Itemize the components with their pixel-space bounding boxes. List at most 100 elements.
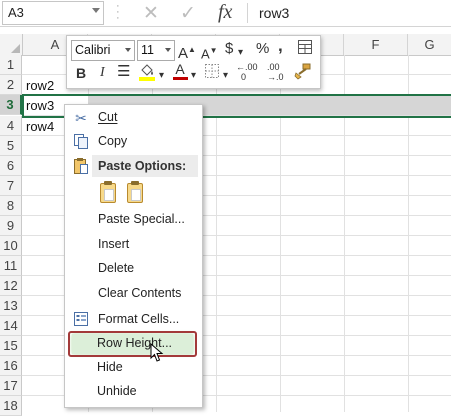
row-header-18[interactable]: 18 bbox=[0, 396, 22, 416]
insert-function-icon[interactable]: fx bbox=[218, 1, 232, 24]
scissors-icon: ✂ bbox=[75, 110, 87, 126]
format-painter-button[interactable] bbox=[294, 62, 312, 84]
menu-item-hide[interactable]: Hide bbox=[64, 357, 201, 379]
grow-font-button[interactable]: A▲ bbox=[178, 41, 196, 63]
font-color-icon: A bbox=[175, 61, 185, 77]
shrink-font-icon: A bbox=[201, 46, 210, 62]
comma-style-button[interactable]: , bbox=[278, 37, 283, 55]
format-table-icon[interactable] bbox=[297, 39, 313, 59]
menu-item-label: Delete bbox=[98, 261, 135, 275]
menu-item-label: Hide bbox=[97, 360, 123, 374]
row-header-1[interactable]: 1 bbox=[0, 55, 22, 75]
font-size-select[interactable]: 11 bbox=[137, 40, 175, 61]
paste-options-header: Paste Options: bbox=[92, 155, 198, 177]
align-center-icon[interactable]: ☰ bbox=[117, 63, 130, 81]
shrink-font-button[interactable]: A▼ bbox=[201, 42, 218, 63]
font-size-value: 11 bbox=[141, 43, 154, 57]
chevron-down-icon[interactable] bbox=[92, 8, 100, 13]
paste-values-icon[interactable] bbox=[127, 181, 143, 203]
row-header-15[interactable]: 15 bbox=[0, 336, 22, 356]
drag-handle-icon[interactable]: · · · bbox=[116, 1, 120, 24]
format-cells-icon bbox=[72, 311, 90, 329]
menu-item-label: Unhide bbox=[97, 384, 137, 398]
menu-item-cut[interactable]: ✂ Cut bbox=[65, 107, 202, 129]
annotation-highlight-box bbox=[68, 331, 197, 357]
row-header-7[interactable]: 7 bbox=[0, 176, 22, 196]
increase-decimal-icon: ←.00 bbox=[236, 62, 258, 72]
borders-icon bbox=[205, 64, 219, 78]
cancel-icon[interactable]: ✕ bbox=[143, 2, 159, 25]
row-header-3[interactable]: 3 bbox=[0, 95, 22, 115]
increase-decimal-label: .00 bbox=[245, 62, 258, 72]
decrease-decimal-button[interactable]: .00 →.0 bbox=[267, 62, 284, 82]
mini-toolbar: Calibri 11 A▲ A▼ $ ▾ % , B I ☰ ▾ A ▾ ▾ ←… bbox=[66, 35, 321, 89]
font-color-button[interactable]: A bbox=[173, 62, 188, 80]
row-header-5[interactable]: 5 bbox=[0, 136, 22, 156]
select-all-button[interactable] bbox=[0, 34, 23, 55]
row-header-11[interactable]: 11 bbox=[0, 256, 22, 276]
row-header-17[interactable]: 17 bbox=[0, 376, 22, 396]
cell-a4[interactable]: row4 bbox=[26, 119, 54, 134]
fill-color-button[interactable] bbox=[138, 62, 156, 86]
menu-item-copy[interactable]: Copy bbox=[65, 131, 202, 153]
chevron-down-icon[interactable]: ▾ bbox=[159, 67, 164, 85]
chevron-down-icon[interactable]: ▾ bbox=[238, 44, 243, 62]
row-header-8[interactable]: 8 bbox=[0, 196, 22, 216]
chevron-down-icon[interactable]: ▾ bbox=[223, 67, 228, 85]
font-name-select[interactable]: Calibri bbox=[71, 40, 135, 61]
name-box-value: A3 bbox=[8, 5, 24, 20]
menu-item-format-cells[interactable]: Format Cells... bbox=[65, 309, 202, 331]
paste-options-label: Paste Options: bbox=[98, 159, 187, 173]
row-header-10[interactable]: 10 bbox=[0, 236, 22, 256]
decrease-decimal-icon: .00 bbox=[267, 62, 280, 72]
copy-svg bbox=[74, 134, 88, 149]
menu-item-label: Copy bbox=[98, 134, 128, 148]
menu-item-unhide[interactable]: Unhide bbox=[64, 381, 201, 403]
row-header-4[interactable]: 4 bbox=[0, 116, 22, 136]
borders-button[interactable] bbox=[205, 64, 219, 82]
paste-default-icon[interactable] bbox=[100, 181, 116, 203]
fill-color-icon bbox=[139, 64, 155, 81]
paste-icon bbox=[72, 157, 90, 175]
menu-item-delete[interactable]: Delete bbox=[65, 258, 202, 280]
name-box[interactable]: A3 bbox=[2, 1, 104, 25]
percent-button[interactable]: % bbox=[256, 40, 269, 58]
formula-bar-divider bbox=[247, 3, 248, 23]
row-header-13[interactable]: 13 bbox=[0, 296, 22, 316]
cell-a2[interactable]: row2 bbox=[26, 78, 54, 93]
grow-font-icon: A bbox=[178, 45, 189, 62]
menu-item-clear-contents[interactable]: Clear Contents bbox=[65, 283, 202, 305]
italic-button[interactable]: I bbox=[100, 64, 105, 82]
row-header-12[interactable]: 12 bbox=[0, 276, 22, 296]
chevron-down-icon[interactable] bbox=[125, 48, 131, 52]
menu-item-paste-special[interactable]: Paste Special... bbox=[65, 209, 202, 231]
font-name-value: Calibri bbox=[75, 43, 111, 57]
menu-item-insert[interactable]: Insert bbox=[65, 234, 202, 256]
format-painter-icon bbox=[294, 63, 311, 80]
menu-item-label: Clear Contents bbox=[98, 286, 182, 300]
mouse-cursor-icon bbox=[150, 343, 164, 362]
chevron-down-icon[interactable]: ▾ bbox=[191, 67, 196, 85]
menu-item-label: Insert bbox=[98, 237, 130, 251]
column-header-g[interactable]: G bbox=[408, 34, 451, 55]
menu-item-label: Format Cells... bbox=[98, 312, 180, 326]
chevron-down-icon[interactable] bbox=[165, 48, 171, 52]
row-header-2[interactable]: 2 bbox=[0, 75, 22, 95]
bold-button[interactable]: B bbox=[76, 64, 86, 82]
cell-a3[interactable]: row3 bbox=[26, 98, 54, 113]
row-header-14[interactable]: 14 bbox=[0, 316, 22, 336]
row-header-16[interactable]: 16 bbox=[0, 356, 22, 376]
decrease-decimal-label: .00 bbox=[267, 62, 280, 72]
row-header-6[interactable]: 6 bbox=[0, 156, 22, 176]
format-cells-svg bbox=[74, 312, 88, 326]
menu-item-label: Cut bbox=[98, 110, 118, 124]
increase-decimal-button[interactable]: ←.00 0 bbox=[236, 62, 258, 82]
font-color-swatch bbox=[173, 77, 188, 80]
formula-bar: A3 · · · ✕ ✓ fx row3 bbox=[0, 0, 451, 27]
currency-button[interactable]: $ bbox=[225, 40, 233, 58]
row-header-9[interactable]: 9 bbox=[0, 216, 22, 236]
copy-icon bbox=[72, 133, 90, 151]
enter-icon[interactable]: ✓ bbox=[180, 2, 196, 25]
column-header-f[interactable]: F bbox=[344, 34, 408, 55]
formula-input[interactable]: row3 bbox=[259, 5, 289, 21]
